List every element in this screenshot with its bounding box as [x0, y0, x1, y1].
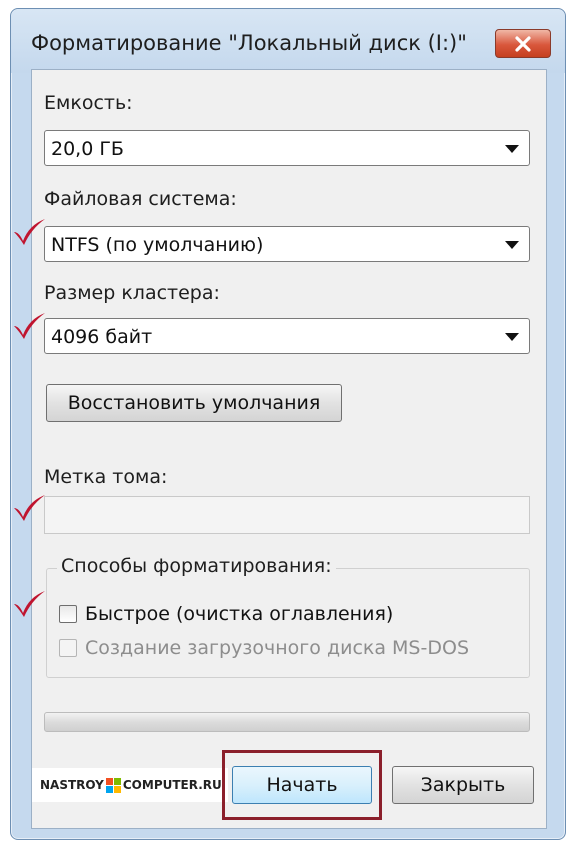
capacity-value: 20,0 ГБ: [51, 138, 124, 160]
check-mark-icon: [14, 495, 45, 521]
file-system-label: Файловая система:: [44, 188, 237, 210]
quick-format-option[interactable]: Быстрое (очистка оглавления): [59, 603, 393, 625]
format-options-legend: Способы форматирования:: [57, 555, 336, 577]
close-button[interactable]: Закрыть: [392, 766, 534, 804]
capacity-label: Емкость:: [44, 92, 133, 114]
format-progress-bar: [44, 712, 530, 732]
close-icon: [515, 35, 531, 52]
volume-label-label: Метка тома:: [44, 466, 168, 488]
watermark-right-text: COMPUTER.RU: [122, 778, 222, 792]
chevron-down-icon: [505, 145, 519, 153]
file-system-value: NTFS (по умолчанию): [51, 234, 264, 256]
title-bar[interactable]: Форматирование "Локальный диск (I:)": [11, 9, 565, 73]
watermark-left-text: NASTROY: [40, 778, 104, 792]
start-button[interactable]: Начать: [232, 766, 372, 804]
check-mark-icon: [14, 219, 45, 245]
windows-logo-icon: [105, 777, 121, 793]
dialog-client-area: Емкость: 20,0 ГБ Файловая система: NTFS …: [31, 69, 547, 829]
msdos-boot-label: Создание загрузочного диска MS-DOS: [85, 637, 469, 659]
cluster-size-label: Размер кластера:: [44, 282, 220, 304]
capacity-select[interactable]: 20,0 ГБ: [44, 130, 530, 166]
msdos-boot-option: Создание загрузочного диска MS-DOS: [59, 637, 469, 659]
window-close-button[interactable]: [495, 29, 551, 58]
volume-label-input[interactable]: [44, 496, 530, 534]
quick-format-checkbox[interactable]: [59, 605, 77, 623]
format-dialog-window: Форматирование "Локальный диск (I:)" Емк…: [10, 8, 566, 840]
quick-format-label: Быстрое (очистка оглавления): [85, 603, 394, 625]
cluster-size-select[interactable]: 4096 байт: [44, 318, 530, 354]
restore-defaults-button[interactable]: Восстановить умолчания: [46, 384, 342, 422]
chevron-down-icon: [505, 241, 519, 249]
watermark-logo: NASTROY COMPUTER.RU: [32, 768, 228, 802]
chevron-down-icon: [505, 333, 519, 341]
file-system-select[interactable]: NTFS (по умолчанию): [44, 226, 530, 262]
msdos-boot-checkbox: [59, 639, 77, 657]
cluster-size-value: 4096 байт: [51, 326, 153, 348]
window-title: Форматирование "Локальный диск (I:)": [31, 31, 467, 55]
format-options-group: Способы форматирования: Быстрое (очистка…: [46, 555, 530, 678]
check-mark-icon: [14, 591, 45, 617]
check-mark-icon: [14, 313, 45, 339]
